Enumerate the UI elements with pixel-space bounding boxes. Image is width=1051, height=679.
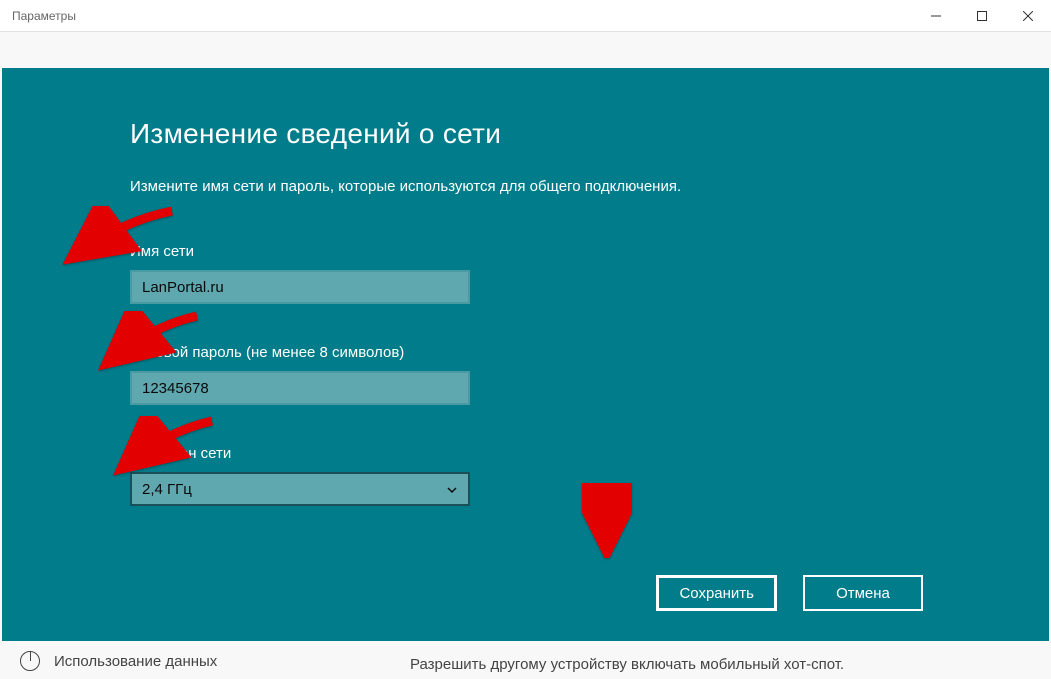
dialog-title: Изменение сведений о сети [130,118,1049,150]
maximize-icon [977,11,987,21]
chevron-down-icon [446,483,458,495]
maximize-button[interactable] [959,0,1005,32]
band-select[interactable]: 2,4 ГГц [130,472,470,506]
window-title: Параметры [12,9,76,23]
save-button[interactable]: Сохранить [656,575,777,611]
dialog-subtitle: Измените имя сети и пароль, которые испо… [130,178,1049,195]
band-label: Диапазон сети [130,445,1049,462]
edit-network-dialog: Изменение сведений о сети Измените имя с… [2,68,1049,641]
band-value: 2,4 ГГц [142,481,192,498]
minimize-icon [931,11,941,21]
data-usage-label: Использование данных [54,653,217,670]
network-name-input[interactable] [130,270,470,304]
minimize-button[interactable] [913,0,959,32]
band-group: Диапазон сети 2,4 ГГц [130,445,1049,506]
titlebar: Параметры [0,0,1051,32]
window-controls [913,0,1051,32]
password-group: Сетевой пароль (не менее 8 символов) [130,344,1049,405]
network-name-label: Имя сети [130,243,1049,260]
close-icon [1023,11,1033,21]
dialog-buttons: Сохранить Отмена [656,575,923,611]
password-label: Сетевой пароль (не менее 8 символов) [130,344,1049,361]
network-name-group: Имя сети [130,243,1049,304]
data-usage-icon [20,651,40,671]
password-input[interactable] [130,371,470,405]
close-button[interactable] [1005,0,1051,32]
cancel-button[interactable]: Отмена [803,575,923,611]
hotspot-permission-text: Разрешить другому устройству включать мо… [410,656,1031,673]
data-usage-nav[interactable]: Использование данных [20,651,217,671]
